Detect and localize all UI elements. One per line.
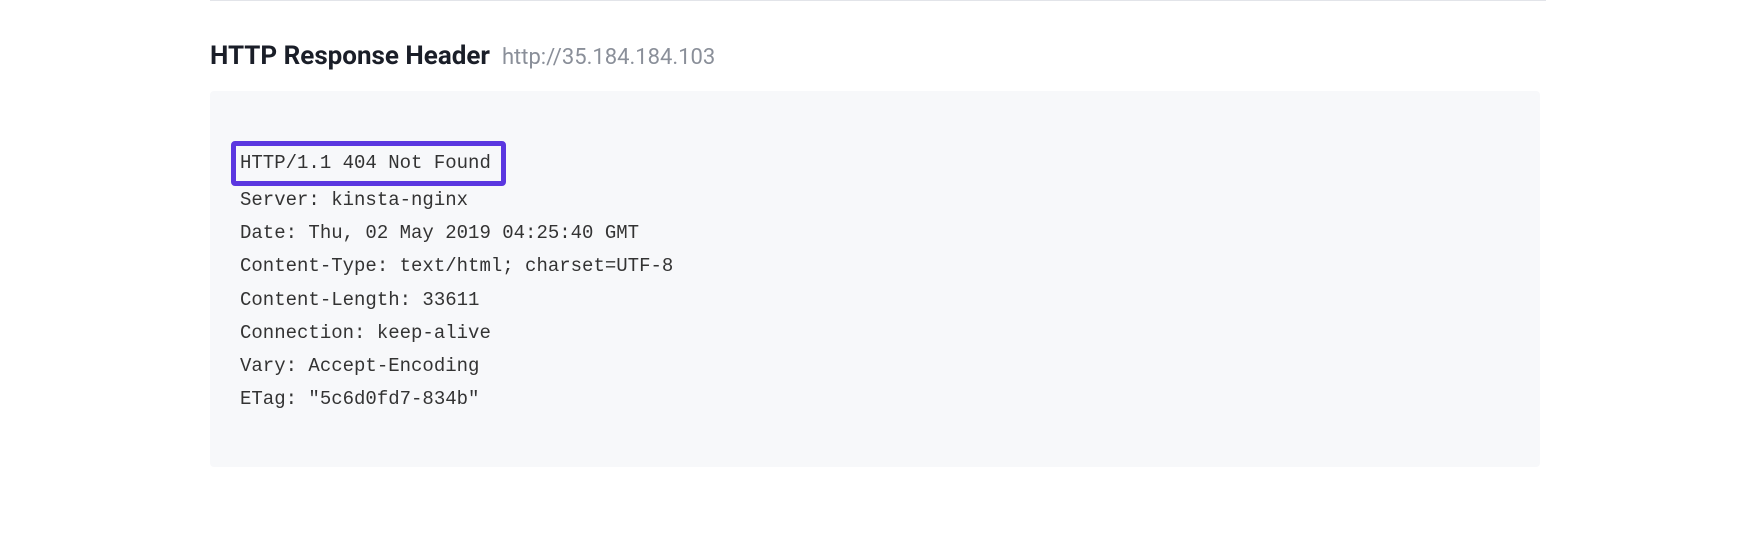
http-status-line: HTTP/1.1 404 Not Found bbox=[231, 141, 506, 186]
http-header-line: ETag: "5c6d0fd7-834b" bbox=[240, 383, 1510, 416]
http-header-line: Connection: keep-alive bbox=[240, 317, 1510, 350]
section-divider bbox=[210, 0, 1546, 1]
http-header-line: Vary: Accept-Encoding bbox=[240, 350, 1510, 383]
http-response-panel: HTTP/1.1 404 Not Found Server: kinsta-ng… bbox=[210, 91, 1540, 467]
section-heading-row: HTTP Response Header http://35.184.184.1… bbox=[210, 41, 1546, 71]
section-title: HTTP Response Header bbox=[210, 41, 490, 71]
section-url: http://35.184.184.103 bbox=[502, 45, 715, 70]
status-line-highlight: HTTP/1.1 404 Not Found bbox=[240, 141, 1510, 182]
http-header-line: Content-Type: text/html; charset=UTF-8 bbox=[240, 250, 1510, 283]
http-header-lines: Server: kinsta-nginx Date: Thu, 02 May 2… bbox=[240, 184, 1510, 417]
http-header-line: Content-Length: 33611 bbox=[240, 284, 1510, 317]
http-header-line: Date: Thu, 02 May 2019 04:25:40 GMT bbox=[240, 217, 1510, 250]
http-header-line: Server: kinsta-nginx bbox=[240, 184, 1510, 217]
